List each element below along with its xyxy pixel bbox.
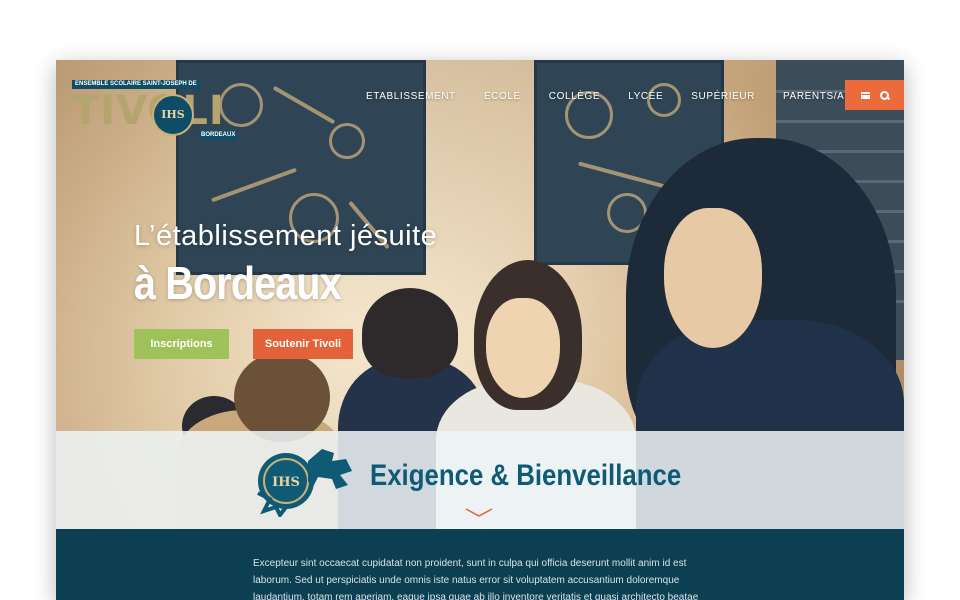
hero-headline-line2: à Bordeaux bbox=[134, 257, 342, 309]
nav-item-college[interactable]: COLLÈGE bbox=[549, 91, 600, 102]
hero-headline-line1: L’établissement jésuite bbox=[134, 220, 438, 252]
main-nav: ETABLISSEMENT ECOLE COLLÈGE LYCÉE SUPÉRI… bbox=[366, 88, 893, 104]
blind-slat bbox=[776, 120, 904, 123]
svg-text:IHS: IHS bbox=[272, 475, 300, 490]
values-band: IHS Exigence & Bienveillance bbox=[56, 431, 904, 529]
nav-item-ecole[interactable]: ECOLE bbox=[484, 91, 521, 102]
inscriptions-button[interactable]: Inscriptions bbox=[134, 329, 229, 359]
logo-seal-text: IHS bbox=[161, 108, 185, 121]
logo-seal-icon: IHS bbox=[152, 94, 194, 136]
student-foreground-face bbox=[664, 208, 762, 348]
site-logo[interactable]: ENSEMBLE SCOLAIRE SAINT-JOSEPH DE TIVOLI… bbox=[72, 80, 242, 142]
hero-section: ENSEMBLE SCOLAIRE SAINT-JOSEPH DE TIVOLI… bbox=[56, 60, 904, 530]
nav-item-lycee[interactable]: LYCÉE bbox=[628, 91, 663, 102]
crest-icon: IHS bbox=[257, 449, 352, 517]
intro-paragraph: Excepteur sint occaecat cupidatat non pr… bbox=[253, 558, 699, 600]
nav-item-superieur[interactable]: SUPÉRIEUR bbox=[691, 91, 755, 102]
menu-search-button[interactable] bbox=[845, 80, 904, 110]
logo-wordmark: TIVOLI bbox=[72, 88, 225, 134]
poster-glyph bbox=[329, 123, 365, 159]
student-boy-head bbox=[362, 288, 458, 378]
hamburger-icon[interactable] bbox=[860, 91, 870, 99]
student-left-head bbox=[234, 352, 330, 442]
poster-stroke bbox=[272, 85, 336, 125]
intro-section: Excepteur sint occaecat cupidatat non pr… bbox=[56, 529, 904, 600]
search-icon[interactable] bbox=[879, 90, 889, 100]
chevron-down-icon[interactable] bbox=[464, 505, 494, 519]
band-title: Exigence & Bienveillance bbox=[370, 459, 682, 492]
student-girl-face bbox=[486, 298, 560, 398]
soutenir-tivoli-button[interactable]: Soutenir Tivoli bbox=[253, 329, 353, 359]
browser-page: ENSEMBLE SCOLAIRE SAINT-JOSEPH DE TIVOLI… bbox=[56, 60, 904, 600]
poster-stroke bbox=[578, 161, 666, 189]
logo-city: BORDEAUX bbox=[199, 131, 238, 140]
poster-stroke bbox=[211, 167, 297, 203]
nav-item-etablissement[interactable]: ETABLISSEMENT bbox=[366, 91, 456, 102]
